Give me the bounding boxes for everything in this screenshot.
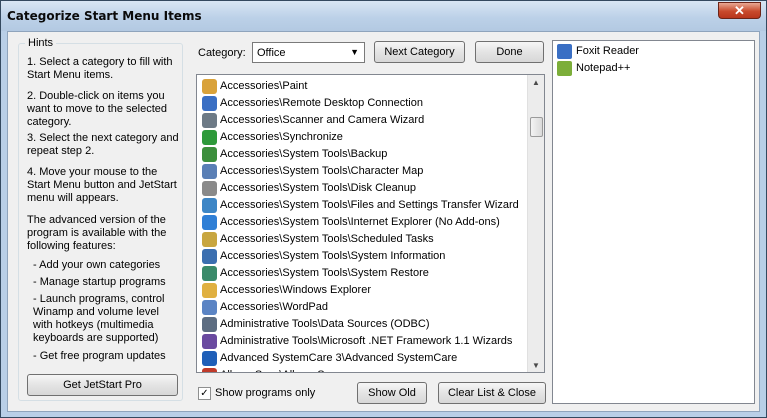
- list-item[interactable]: Accessories\System Tools\Character Map: [201, 163, 526, 180]
- dotnet-icon: [202, 334, 217, 349]
- list-item[interactable]: Accessories\System Tools\Disk Cleanup: [201, 180, 526, 197]
- list-item-label: Accessories\Paint: [220, 80, 308, 92]
- notepad-plus-icon: [557, 61, 572, 76]
- list-item[interactable]: Accessories\System Tools\Scheduled Tasks: [201, 231, 526, 248]
- charmap-icon: [202, 164, 217, 179]
- ie-icon: [202, 215, 217, 230]
- category-list-item-label: Foxit Reader: [576, 45, 639, 57]
- scrollbar[interactable]: ▲ ▼: [527, 75, 544, 372]
- list-item[interactable]: Accessories\Windows Explorer: [201, 282, 526, 299]
- feature-item: - Manage startup programs: [33, 276, 166, 288]
- odbc-icon: [202, 317, 217, 332]
- hint-step-4: 4. Move your mouse to the Start Menu but…: [27, 166, 177, 204]
- list-item-label: Advanced SystemCare 3\Advanced SystemCar…: [220, 352, 458, 364]
- hint-step-1: 1. Select a category to fill with Start …: [27, 56, 173, 81]
- chevron-down-icon: ▼: [350, 47, 359, 57]
- get-pro-button[interactable]: Get JetStart Pro: [27, 374, 178, 396]
- start-menu-items-list[interactable]: ▲ ▼ Accessories\Paint Accessories\Remote …: [196, 74, 545, 373]
- list-item[interactable]: Accessories\Paint: [201, 78, 526, 95]
- disk-cleanup-icon: [202, 181, 217, 196]
- list-item-label: Accessories\Synchronize: [220, 131, 343, 143]
- scanner-icon: [202, 113, 217, 128]
- restore-icon: [202, 266, 217, 281]
- list-item[interactable]: Accessories\System Tools\System Restore: [201, 265, 526, 282]
- foxit-icon: [557, 44, 572, 59]
- list-item-label: Accessories\System Tools\System Restore: [220, 267, 429, 279]
- list-item-label: Accessories\System Tools\Character Map: [220, 165, 424, 177]
- client-area: Hints 1. Select a category to fill with …: [7, 31, 760, 412]
- list-item-label: Accessories\System Tools\Disk Cleanup: [220, 182, 417, 194]
- systemcare-icon: [202, 351, 217, 366]
- category-select[interactable]: Office ▼: [252, 42, 365, 63]
- list-item-label: Accessories\Scanner and Camera Wizard: [220, 114, 425, 126]
- show-programs-label: Show programs only: [215, 387, 316, 399]
- hints-group: Hints 1. Select a category to fill with …: [18, 37, 183, 401]
- allway-sync-icon: [202, 368, 217, 372]
- categorize-window: Categorize Start Menu Items ✕ Hints 1. S…: [0, 0, 767, 418]
- list-item[interactable]: Accessories\Scanner and Camera Wizard: [201, 112, 526, 129]
- list-item-label: Allway Sync\Allway Sync: [220, 369, 342, 372]
- window-title: Categorize Start Menu Items: [7, 9, 202, 23]
- list-item[interactable]: Administrative Tools\Data Sources (ODBC): [201, 316, 526, 333]
- title-bar[interactable]: Categorize Start Menu Items ✕: [1, 1, 766, 31]
- transfer-icon: [202, 198, 217, 213]
- feature-item: - Get free program updates: [33, 350, 166, 362]
- list-item[interactable]: Accessories\System Tools\System Informat…: [201, 248, 526, 265]
- list-item[interactable]: Administrative Tools\Microsoft .NET Fram…: [201, 333, 526, 350]
- sync-icon: [202, 130, 217, 145]
- hint-step-3: 3. Select the next category and repeat s…: [27, 132, 179, 157]
- explorer-icon: [202, 283, 217, 298]
- list-item-label: Accessories\System Tools\Files and Setti…: [220, 199, 519, 211]
- list-item-label: Accessories\System Tools\Backup: [220, 148, 388, 160]
- feature-item: - Add your own categories: [33, 259, 161, 271]
- paint-icon: [202, 79, 217, 94]
- list-item-label: Administrative Tools\Data Sources (ODBC): [220, 318, 430, 330]
- list-item[interactable]: Accessories\Remote Desktop Connection: [201, 95, 526, 112]
- close-button[interactable]: ✕: [718, 2, 761, 19]
- show-old-button[interactable]: Show Old: [357, 382, 427, 404]
- category-items-list[interactable]: Foxit Reader Notepad++: [552, 40, 755, 404]
- sysinfo-icon: [202, 249, 217, 264]
- list-item[interactable]: Accessories\System Tools\Backup: [201, 146, 526, 163]
- next-category-button[interactable]: Next Category: [374, 41, 465, 63]
- list-item-label: Accessories\System Tools\Internet Explor…: [220, 216, 500, 228]
- hint-advanced: The advanced version of the program is a…: [27, 214, 167, 252]
- list-item-label: Accessories\Windows Explorer: [220, 284, 371, 296]
- scheduled-tasks-icon: [202, 232, 217, 247]
- list-item[interactable]: Accessories\WordPad: [201, 299, 526, 316]
- hint-step-2: 2. Double-click on items you want to mov…: [27, 90, 168, 128]
- list-item-label: Accessories\Remote Desktop Connection: [220, 97, 423, 109]
- backup-icon: [202, 147, 217, 162]
- clear-close-button[interactable]: Clear List & Close: [438, 382, 546, 404]
- list-item-label: Accessories\System Tools\Scheduled Tasks: [220, 233, 434, 245]
- scroll-up-icon[interactable]: ▲: [532, 78, 540, 87]
- list-item-label: Administrative Tools\Microsoft .NET Fram…: [220, 335, 513, 347]
- category-value: Office: [257, 47, 286, 59]
- show-programs-checkbox[interactable]: ✓: [198, 387, 211, 400]
- remote-desktop-icon: [202, 96, 217, 111]
- feature-item: - Launch programs, control Winamp and vo…: [33, 293, 165, 344]
- list-item[interactable]: Advanced SystemCare 3\Advanced SystemCar…: [201, 350, 526, 367]
- list-item-label: Accessories\System Tools\System Informat…: [220, 250, 446, 262]
- scroll-down-icon[interactable]: ▼: [532, 361, 540, 370]
- list-item[interactable]: Accessories\Synchronize: [201, 129, 526, 146]
- category-label: Category:: [198, 47, 246, 59]
- done-button[interactable]: Done: [475, 41, 544, 63]
- list-item-label: Accessories\WordPad: [220, 301, 329, 313]
- scroll-thumb[interactable]: [530, 117, 543, 137]
- list-item[interactable]: Accessories\System Tools\Files and Setti…: [201, 197, 526, 214]
- category-list-item-label: Notepad++: [576, 62, 631, 74]
- hints-legend: Hints: [25, 37, 57, 49]
- list-item[interactable]: Accessories\System Tools\Internet Explor…: [201, 214, 526, 231]
- wordpad-icon: [202, 300, 217, 315]
- list-item[interactable]: Allway Sync\Allway Sync: [201, 367, 526, 372]
